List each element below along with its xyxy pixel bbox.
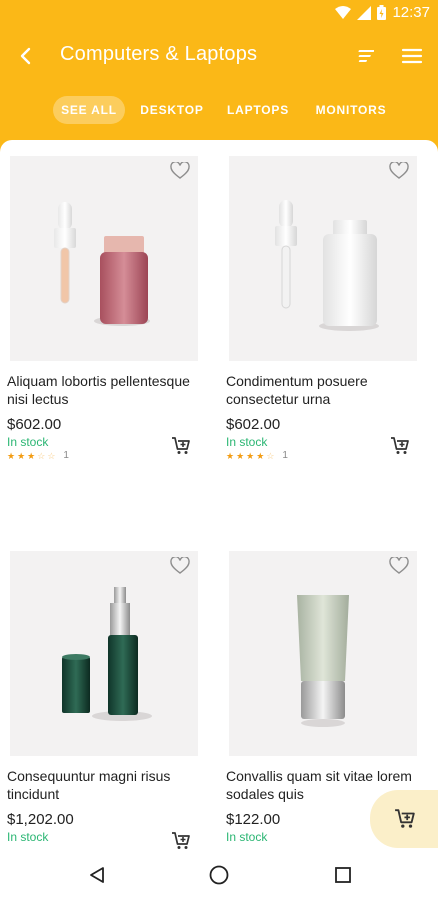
arrow-left-icon <box>20 47 31 65</box>
product-price: $602.00 <box>226 416 281 433</box>
heart-icon <box>389 162 409 179</box>
tab-monitors[interactable]: MONITORS <box>310 96 392 124</box>
status-time: 12:37 <box>392 4 430 21</box>
favorite-button[interactable] <box>170 557 192 579</box>
rating: ★ ★ ★ ☆ ☆ 1 <box>7 450 69 461</box>
heart-icon <box>170 557 190 574</box>
page-title: Computers & Laptops <box>60 43 258 65</box>
product-price: $602.00 <box>7 416 62 433</box>
product-image[interactable] <box>229 551 417 756</box>
product-image[interactable] <box>10 156 198 361</box>
rating-count: 1 <box>63 450 69 461</box>
sort-button[interactable] <box>350 42 378 70</box>
category-tabs: SEE ALL DESKTOP LAPTOPS MONITORS <box>0 96 438 128</box>
product-name[interactable]: Condimentum posuere consectetur urna <box>226 372 431 408</box>
product-name[interactable]: Aliquam lobortis pellentesque nisi lectu… <box>7 372 212 408</box>
cart-plus-icon <box>172 437 190 454</box>
star-icon: ★ <box>7 450 16 461</box>
stock-status: In stock <box>226 435 268 449</box>
wifi-icon <box>335 5 352 20</box>
menu-button[interactable] <box>398 42 426 70</box>
battery-icon <box>377 5 387 20</box>
tab-see-all[interactable]: SEE ALL <box>53 96 125 124</box>
heart-icon <box>170 162 190 179</box>
favorite-button[interactable] <box>170 162 192 184</box>
product-price: $122.00 <box>226 811 281 828</box>
square-recents-icon <box>335 867 351 883</box>
circle-home-icon <box>209 865 229 885</box>
hamburger-menu-icon <box>401 48 423 64</box>
star-icon: ★ <box>226 450 235 461</box>
cart-plus-icon <box>172 832 190 849</box>
tab-laptops[interactable]: LAPTOPS <box>222 96 294 124</box>
favorite-button[interactable] <box>389 557 411 579</box>
product-card[interactable]: Condimentum posuere consectetur urna $60… <box>219 140 429 520</box>
cart-plus-icon <box>391 437 409 454</box>
app-bar: Computers & Laptops <box>0 28 438 84</box>
heart-icon <box>389 557 409 574</box>
star-outline-icon: ☆ <box>37 450 46 461</box>
star-outline-icon: ☆ <box>266 450 275 461</box>
back-button[interactable] <box>12 42 40 70</box>
product-image[interactable] <box>229 156 417 361</box>
product-price: $1,202.00 <box>7 811 74 828</box>
stock-status: In stock <box>226 830 268 844</box>
add-to-cart-button[interactable] <box>170 435 192 457</box>
product-image[interactable] <box>10 551 198 756</box>
system-navigation-bar <box>0 850 438 900</box>
add-to-cart-button[interactable] <box>170 830 192 850</box>
status-bar: 12:37 <box>0 0 438 28</box>
floating-cart-button[interactable] <box>370 790 438 848</box>
stock-status: In stock <box>7 435 49 449</box>
star-icon: ★ <box>256 450 265 461</box>
cart-plus-icon <box>395 809 415 828</box>
nav-recents-button[interactable] <box>332 864 354 886</box>
triangle-back-icon <box>90 867 104 883</box>
star-icon: ★ <box>17 450 26 461</box>
nav-home-button[interactable] <box>208 864 230 886</box>
rating-count: 1 <box>282 450 288 461</box>
rating: ★ ★ ★ ★ ☆ 1 <box>226 450 288 461</box>
star-icon: ★ <box>246 450 255 461</box>
tab-desktop[interactable]: DESKTOP <box>136 96 208 124</box>
nav-back-button[interactable] <box>86 864 108 886</box>
sort-icon <box>358 50 374 62</box>
stock-status: In stock <box>7 830 49 844</box>
signal-icon <box>357 5 372 20</box>
add-to-cart-button[interactable] <box>389 435 411 457</box>
product-card[interactable]: Aliquam lobortis pellentesque nisi lectu… <box>0 140 210 520</box>
product-grid: Aliquam lobortis pellentesque nisi lectu… <box>0 140 438 850</box>
star-icon: ★ <box>27 450 36 461</box>
product-name[interactable]: Consequuntur magni risus tincidunt <box>7 767 212 803</box>
star-outline-icon: ☆ <box>47 450 56 461</box>
star-icon: ★ <box>236 450 245 461</box>
favorite-button[interactable] <box>389 162 411 184</box>
product-card[interactable]: Consequuntur magni risus tincidunt $1,20… <box>0 535 210 850</box>
